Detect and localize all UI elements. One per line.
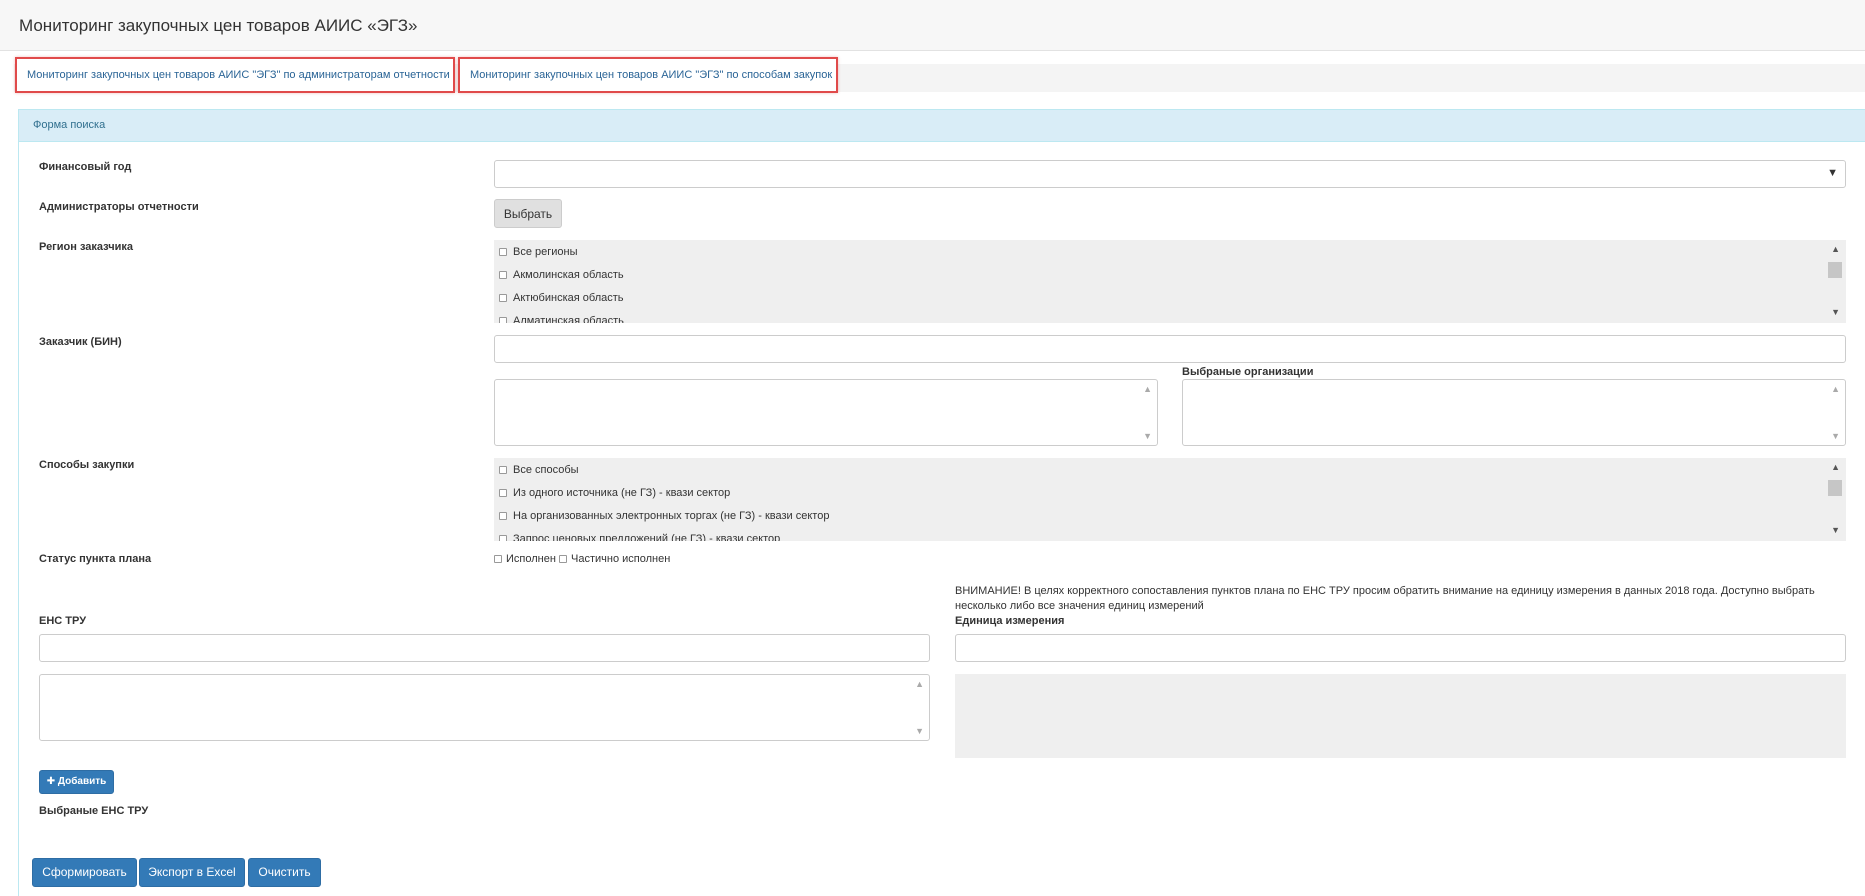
unit-listbox[interactable] xyxy=(955,674,1846,758)
page-title: Мониторинг закупочных цен товаров АИИС «… xyxy=(19,16,418,35)
ens-label: ЕНС ТРУ xyxy=(39,615,87,627)
scroll-down-icon[interactable]: ▼ xyxy=(915,726,924,736)
selected-orgs-list[interactable]: ▲ ▼ xyxy=(1182,379,1846,446)
checkbox-icon[interactable] xyxy=(499,512,507,521)
scroll-up-icon[interactable]: ▲ xyxy=(1143,384,1152,394)
list-item-label: На организованных электронных торгах (не… xyxy=(513,510,830,522)
panel-title: Форма поиска xyxy=(33,119,106,131)
customer-label: Заказчик (БИН) xyxy=(39,336,122,348)
list-item[interactable]: Из одного источника (не ГЗ) - квази сект… xyxy=(499,487,730,499)
clear-button[interactable]: Очистить xyxy=(248,858,321,887)
scrollbar-thumb[interactable] xyxy=(1828,262,1842,278)
checkbox-icon[interactable] xyxy=(499,317,507,323)
checkbox-icon[interactable] xyxy=(499,466,507,475)
list-item[interactable]: Актюбинская область xyxy=(499,292,624,304)
checkbox-icon[interactable] xyxy=(499,294,507,303)
unit-warning-text: ВНИМАНИЕ! В целях корректного сопоставле… xyxy=(955,585,1815,612)
list-item-label: Все способы xyxy=(513,464,579,476)
status-executed-label: Исполнен xyxy=(506,553,556,565)
scroll-up-icon[interactable]: ▲ xyxy=(915,679,924,689)
scroll-down-icon[interactable]: ▼ xyxy=(1831,525,1840,535)
scroll-down-icon[interactable]: ▼ xyxy=(1831,307,1840,317)
plus-icon: ✚ xyxy=(46,776,56,787)
scrollbar-thumb[interactable] xyxy=(1828,480,1842,496)
admins-label: Администраторы отчетности xyxy=(39,201,199,213)
list-item-label: Все регионы xyxy=(513,246,578,258)
list-item[interactable]: Акмолинская область xyxy=(499,269,624,281)
fiscal-year-select[interactable]: ▼ xyxy=(494,160,1846,188)
scroll-down-icon[interactable]: ▼ xyxy=(1831,431,1840,441)
checkbox-icon[interactable] xyxy=(499,535,507,541)
add-ens-button[interactable]: ✚ Добавить xyxy=(39,770,114,794)
scroll-up-icon[interactable]: ▲ xyxy=(1831,384,1840,394)
panel-header xyxy=(19,110,1865,142)
list-item[interactable]: Все способы xyxy=(499,464,579,476)
add-ens-button-label: Добавить xyxy=(57,776,107,787)
scroll-up-icon[interactable]: ▲ xyxy=(1831,244,1840,254)
list-item-label: Из одного источника (не ГЗ) - квази сект… xyxy=(513,487,731,499)
checkbox-icon[interactable] xyxy=(499,271,507,280)
list-item-label: Акмолинская область xyxy=(513,269,624,281)
fiscal-year-label: Финансовый год xyxy=(39,161,132,173)
checkbox-icon[interactable] xyxy=(499,489,507,498)
list-item[interactable]: Запрос ценовых предложений (не ГЗ) - ква… xyxy=(499,533,780,541)
list-item-label: Актюбинская область xyxy=(513,292,624,304)
list-item[interactable]: Все регионы xyxy=(499,246,578,258)
generate-button[interactable]: Сформировать xyxy=(32,858,137,887)
methods-label: Способы закупки xyxy=(39,459,135,471)
scroll-down-icon[interactable]: ▼ xyxy=(1143,431,1152,441)
ens-input[interactable] xyxy=(39,634,930,662)
tab-by-admins[interactable]: Мониторинг закупочных цен товаров АИИС "… xyxy=(15,57,455,93)
customer-bin-input[interactable] xyxy=(494,335,1846,363)
export-excel-button[interactable]: Экспорт в Excel xyxy=(139,858,245,887)
checkbox-icon[interactable] xyxy=(499,248,507,257)
status-partial-label: Частично исполнен xyxy=(571,553,671,565)
unit-input[interactable] xyxy=(955,634,1846,662)
list-item[interactable]: Алматинская область xyxy=(499,315,624,323)
status-executed-option[interactable]: Исполнен xyxy=(494,553,556,565)
plan-status-label: Статус пункта плана xyxy=(39,553,152,565)
checkbox-icon[interactable] xyxy=(559,555,567,564)
ens-results-list[interactable]: ▲ ▼ xyxy=(39,674,930,741)
scroll-up-icon[interactable]: ▲ xyxy=(1831,462,1840,472)
customer-results-list[interactable]: ▲ ▼ xyxy=(494,379,1158,446)
methods-listbox[interactable]: Все способы Из одного источника (не ГЗ) … xyxy=(494,458,1846,541)
list-item[interactable]: На организованных электронных торгах (не… xyxy=(499,510,829,522)
caret-down-icon: ▼ xyxy=(1827,167,1838,179)
list-item-label: Запрос ценовых предложений (не ГЗ) - ква… xyxy=(513,533,781,541)
choose-admins-button[interactable]: Выбрать xyxy=(494,199,562,228)
tab-by-methods[interactable]: Мониторинг закупочных цен товаров АИИС "… xyxy=(458,57,838,93)
status-partial-option[interactable]: Частично исполнен xyxy=(559,553,670,565)
list-item-label: Алматинская область xyxy=(513,315,624,323)
region-listbox[interactable]: Все регионы Акмолинская область Актюбинс… xyxy=(494,240,1846,323)
checkbox-icon[interactable] xyxy=(494,555,502,564)
selected-orgs-label: Выбраные организации xyxy=(1182,366,1314,378)
region-label: Регион заказчика xyxy=(39,241,133,253)
selected-ens-label: Выбраные ЕНС ТРУ xyxy=(39,805,149,817)
unit-label: Единица измерения xyxy=(955,615,1065,627)
